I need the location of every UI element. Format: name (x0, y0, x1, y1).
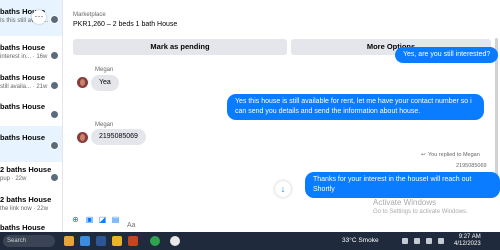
folder-icon[interactable] (112, 236, 122, 246)
conversation-list: baths House Is this still availa... ⋯ ba… (0, 0, 63, 232)
message-input-box[interactable] (125, 214, 349, 230)
reply-icon: ↩ (421, 152, 426, 158)
sender-name: Megan (95, 122, 114, 128)
chat-pane: Marketplace PKR1,260 – 2 beds 1 bath Hou… (63, 0, 500, 232)
taskbar-app-icon[interactable] (128, 236, 138, 246)
taskbar-search[interactable]: Search (3, 235, 55, 247)
message-incoming: 2195085069 (91, 129, 146, 145)
more-icon[interactable]: ⋯ (32, 10, 46, 24)
avatar (50, 81, 59, 90)
taskbar-app-icon[interactable] (96, 236, 106, 246)
avatar (50, 15, 59, 24)
message-incoming: Yea (91, 75, 119, 91)
scroll-down-button[interactable]: ↓ (275, 181, 291, 197)
conversation-item[interactable]: baths House Is this still availa... ⋯ (0, 0, 62, 36)
message-outgoing: Thanks for your interest in the houseI w… (305, 172, 500, 198)
taskbar-app-icon[interactable] (80, 236, 90, 246)
marketplace-label: Marketplace (73, 12, 106, 18)
clock-date: 4/12/2023 (454, 241, 481, 247)
conversation-title: baths House (0, 43, 46, 52)
chrome-icon[interactable] (170, 236, 180, 246)
listing-title[interactable]: PKR1,260 – 2 beds 1 bath House (73, 21, 177, 28)
mark-as-pending-button[interactable]: Mark as pending (73, 39, 287, 55)
weather-widget[interactable]: 33°C Smoke (342, 237, 379, 244)
sticker-icon[interactable]: ◪ (98, 215, 107, 224)
conversation-title: 2 baths House (0, 195, 52, 204)
battery-icon[interactable] (438, 238, 444, 244)
listing-header: Marketplace PKR1,260 – 2 beds 1 bath Hou… (69, 8, 495, 55)
conversation-title: baths House (0, 102, 46, 111)
avatar (77, 132, 88, 143)
message-input[interactable] (125, 221, 349, 230)
conversation-item[interactable]: baths House (0, 216, 62, 232)
clock[interactable]: 9:27 AM 4/12/2023 (454, 234, 481, 248)
activate-windows-subtitle: Go to Settings to activate Windows. (373, 209, 468, 215)
avatar (50, 51, 59, 60)
conversation-item[interactable]: baths House (0, 126, 62, 162)
sender-name: Megan (95, 67, 114, 73)
gif-icon[interactable]: ▤ (111, 215, 120, 224)
wifi-icon[interactable] (414, 238, 420, 244)
taskbar-app-icon[interactable] (64, 236, 74, 246)
avatar (50, 141, 59, 150)
clock-time: 9:27 AM (458, 234, 481, 240)
avatar (77, 77, 88, 88)
avatar (50, 110, 59, 119)
conversation-preview: pup · 22w (0, 176, 27, 182)
avatar (50, 173, 59, 182)
conversation-preview: still availa... · 21w (0, 84, 48, 90)
message-outgoing: Yes, are you still interested? (395, 47, 499, 63)
conversation-title: baths House (0, 223, 46, 232)
quoted-message: 2195085069 (456, 163, 487, 169)
plus-icon[interactable]: ⊕ (71, 215, 80, 224)
conversation-title: baths House (0, 73, 46, 82)
taskbar: Search 33°C Smoke 9:27 AM 4/12/2023 (0, 232, 500, 250)
tray-icon[interactable] (402, 238, 408, 244)
image-icon[interactable]: ▣ (85, 215, 94, 224)
chrome-icon[interactable] (150, 236, 160, 246)
conversation-title: baths House (0, 133, 46, 142)
message-outgoing: Yes this house is still available for re… (227, 94, 484, 120)
conversation-preview: interest in... · 16w (0, 54, 48, 60)
volume-icon[interactable] (426, 238, 432, 244)
conversation-preview: the link now · 22w (0, 206, 49, 212)
reply-context: You replied to Megan (428, 152, 480, 158)
activate-windows-title: Activate Windows (373, 198, 437, 207)
conversation-title: 2 baths House (0, 165, 52, 174)
